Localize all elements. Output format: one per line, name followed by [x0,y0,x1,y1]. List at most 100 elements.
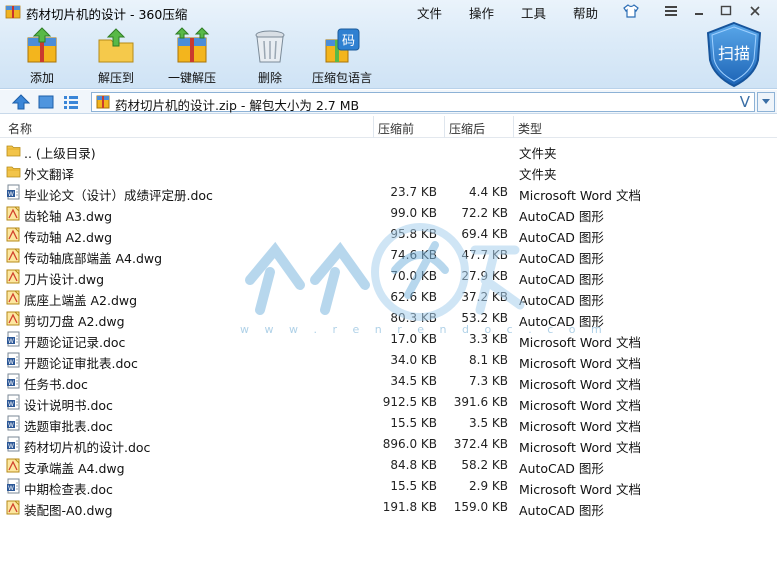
column-divider[interactable] [373,116,374,138]
file-name: 刀片设计.dwg [24,272,105,287]
file-type: Microsoft Word 文档 [519,419,641,434]
maximize-icon [720,5,732,16]
word-doc-icon: W [6,352,21,368]
file-type: AutoCAD 图形 [519,251,604,266]
file-type: AutoCAD 图形 [519,230,604,245]
file-name: 支承端盖 A4.dwg [24,461,125,476]
autocad-icon [6,499,21,515]
word-doc-icon: W [6,415,21,431]
table-row[interactable]: 支承端盖 A4.dwg 84.8 KB 58.2 KB AutoCAD 图形 [0,455,777,476]
file-name: 底座上端盖 A2.dwg [24,293,138,308]
size-before: 912.5 KB [382,395,437,409]
table-row[interactable]: 齿轮轴 A3.dwg 99.0 KB 72.2 KB AutoCAD 图形 [0,203,777,224]
list-view-icon[interactable] [62,94,80,110]
close-button[interactable] [744,2,766,20]
size-after: 159.0 KB [453,500,508,514]
table-row[interactable]: 传动轴底部端盖 A4.dwg 74.6 KB 47.7 KB AutoCAD 图形 [0,245,777,266]
size-before: 15.5 KB [390,479,437,493]
file-type: AutoCAD 图形 [519,503,604,518]
menu-help[interactable]: 帮助 [573,3,598,22]
maximize-button[interactable] [715,2,737,20]
folder-icon [6,163,21,179]
minimize-button[interactable] [688,2,710,20]
scan-button[interactable]: 扫描 [704,20,764,88]
trash-bin-icon [255,30,285,63]
file-name: 剪切刀盘 A2.dwg [24,314,125,329]
one-click-extract-button[interactable]: 一键解压 [168,26,216,86]
autocad-icon [6,247,21,263]
up-arrow-icon[interactable] [12,94,30,110]
svg-text:W: W [8,359,14,366]
svg-text:码: 码 [342,34,355,49]
file-name: 药材切片机的设计.doc [24,440,151,455]
table-row[interactable]: W 选题审批表.doc 15.5 KB 3.5 KB Microsoft Word 文档 [0,413,777,434]
minimize-icon [695,13,703,15]
word-doc-icon: W [6,478,21,494]
extract-to-button[interactable]: 解压到 [96,26,136,86]
file-name: 选题审批表.doc [24,419,113,434]
address-row: 药材切片机的设计.zip - 解包大小为 2.7 MB V [0,90,777,114]
size-before: 70.0 KB [390,269,437,283]
table-row[interactable]: W 毕业论文（设计）成绩评定册.doc 23.7 KB 4.4 KB Microsoft… [0,182,777,203]
size-before: 34.0 KB [390,353,437,367]
tshirt-icon [623,4,639,18]
address-bar[interactable]: 药材切片机的设计.zip - 解包大小为 2.7 MB V [91,92,755,113]
column-divider[interactable] [444,116,445,138]
menu-file[interactable]: 文件 [417,3,442,22]
table-row[interactable]: 底座上端盖 A2.dwg 62.6 KB 37.2 KB AutoCAD 图形 [0,287,777,308]
size-before: 95.8 KB [390,227,437,241]
menu-lines-icon [665,6,677,16]
scan-label: 扫描 [718,44,750,63]
feedback-button[interactable] [660,2,682,20]
skin-button[interactable] [620,2,642,20]
column-header: 名称 压缩前 压缩后 类型 [0,116,777,138]
column-type[interactable]: 类型 [518,120,542,137]
column-compressed-before[interactable]: 压缩前 [378,120,414,137]
svg-text:W: W [8,191,14,198]
size-after: 391.6 KB [453,395,508,409]
table-row[interactable]: W 开题论证审批表.doc 34.0 KB 8.1 KB Microsoft Word … [0,350,777,371]
checkmark-v-icon[interactable]: V [740,93,750,111]
title-bar: 药材切片机的设计 - 360压缩 文件 操作 工具 帮助 [0,0,777,24]
file-type: Microsoft Word 文档 [519,356,641,371]
word-doc-icon: W [6,394,21,410]
one-click-extract-label: 一键解压 [168,71,217,85]
size-after: 3.5 KB [469,416,508,430]
word-doc-icon: W [6,331,21,347]
file-type: AutoCAD 图形 [519,461,604,476]
svg-text:W: W [8,443,14,450]
table-row[interactable]: 刀片设计.dwg 70.0 KB 27.9 KB AutoCAD 图形 [0,266,777,287]
one-click-extract-icon [174,27,210,63]
table-row[interactable]: W 药材切片机的设计.doc 896.0 KB 372.4 KB Microsoft W… [0,434,777,455]
table-row[interactable]: 外文翻译 文件夹 [0,161,777,182]
address-dropdown-button[interactable] [757,92,775,112]
table-row[interactable]: 传动轴 A2.dwg 95.8 KB 69.4 KB AutoCAD 图形 [0,224,777,245]
svg-text:W: W [8,401,14,408]
menu-operation[interactable]: 操作 [469,3,494,22]
file-type: Microsoft Word 文档 [519,188,641,203]
table-row[interactable]: 装配图-A0.dwg 191.8 KB 159.0 KB AutoCAD 图形 [0,497,777,518]
size-after: 7.3 KB [469,374,508,388]
table-row[interactable]: W 中期检查表.doc 15.5 KB 2.9 KB Microsoft Word 文档 [0,476,777,497]
file-type: AutoCAD 图形 [519,209,604,224]
word-doc-icon: W [6,373,21,389]
file-name: 齿轮轴 A3.dwg [24,209,113,224]
encoding-icon: 码 [325,28,360,63]
table-row[interactable]: W 设计说明书.doc 912.5 KB 391.6 KB Microsoft Word… [0,392,777,413]
large-icon-view-icon[interactable] [37,94,55,110]
column-compressed-after[interactable]: 压缩后 [449,120,485,137]
file-name: 毕业论文（设计）成绩评定册.doc [24,188,213,203]
column-divider[interactable] [513,116,514,138]
archive-language-button[interactable]: 码 压缩包语言 [312,26,372,86]
delete-button[interactable]: 删除 [250,26,290,86]
file-type: Microsoft Word 文档 [519,482,641,497]
add-button[interactable]: 添加 [22,26,62,86]
table-row[interactable]: .. (上级目录) 文件夹 [0,140,777,161]
size-before: 896.0 KB [382,437,437,451]
file-type: AutoCAD 图形 [519,272,604,287]
table-row[interactable]: W 任务书.doc 34.5 KB 7.3 KB Microsoft Word 文档 [0,371,777,392]
file-name: 外文翻译 [24,167,75,182]
column-name[interactable]: 名称 [8,120,32,137]
size-after: 37.2 KB [461,290,508,304]
menu-tools[interactable]: 工具 [521,3,546,22]
